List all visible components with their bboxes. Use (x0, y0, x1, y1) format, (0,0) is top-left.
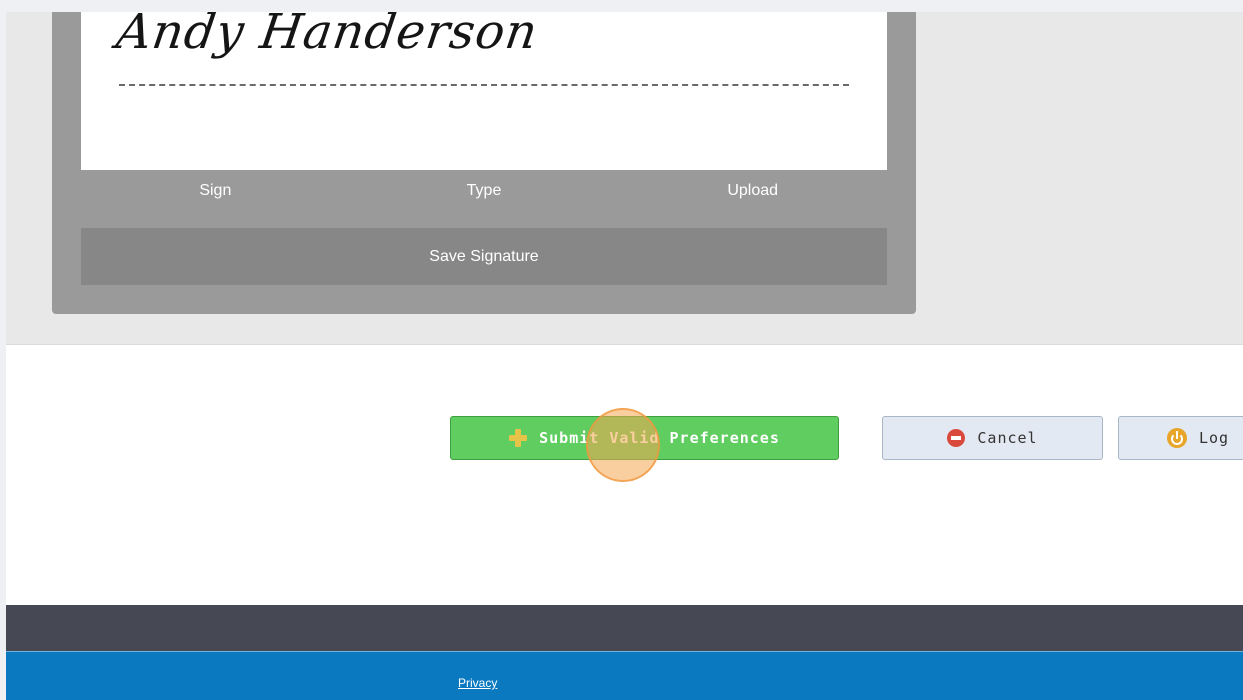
signature-section: Andy Handerson Sign Type Upload Save Sig… (6, 12, 1243, 345)
submit-label: Submit Valid Preferences (539, 429, 780, 447)
tab-upload[interactable]: Upload (618, 170, 887, 220)
signature-handwriting: Andy Handerson (113, 12, 542, 60)
privacy-link[interactable]: Privacy (458, 676, 497, 690)
signature-card: Andy Handerson Sign Type Upload Save Sig… (52, 12, 916, 314)
cancel-button[interactable]: Cancel (882, 416, 1103, 460)
submit-preferences-button[interactable]: Submit Valid Preferences (450, 416, 839, 460)
plus-icon (509, 429, 528, 447)
footer-bar (6, 605, 1243, 651)
cancel-label: Cancel (977, 429, 1038, 447)
no-entry-icon (947, 429, 966, 447)
tab-type[interactable]: Type (350, 170, 619, 220)
footer-links-bar: Privacy (6, 651, 1243, 700)
signature-mode-tabs: Sign Type Upload (81, 170, 887, 220)
signature-pad[interactable]: Andy Handerson (81, 12, 887, 170)
logout-label: Log (1199, 429, 1230, 447)
power-icon (1167, 428, 1187, 448)
page: Andy Handerson Sign Type Upload Save Sig… (6, 12, 1243, 700)
save-signature-button[interactable]: Save Signature (81, 228, 887, 285)
logout-button[interactable]: Log (1118, 416, 1243, 460)
tab-sign[interactable]: Sign (81, 170, 350, 220)
signature-baseline (119, 84, 849, 86)
